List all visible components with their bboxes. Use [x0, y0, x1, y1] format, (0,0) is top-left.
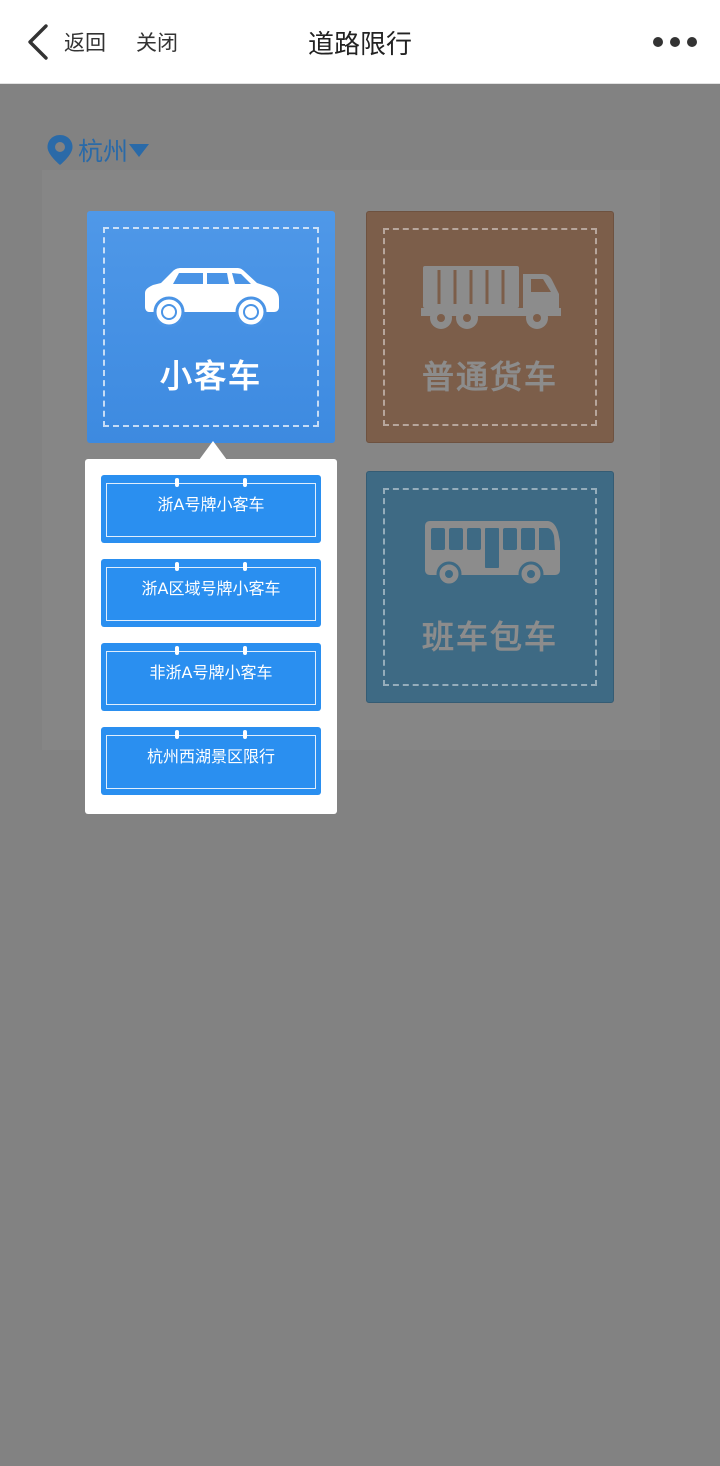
option-west-lake-scenic-restriction[interactable]: 杭州西湖景区限行 — [101, 727, 321, 795]
plate-rivet — [243, 562, 247, 571]
location-pin-icon — [47, 135, 73, 165]
nav-bar: 返回 关闭 道路限行 — [0, 0, 720, 84]
car-type-popover: 浙A号牌小客车 浙A区域号牌小客车 非浙A号牌小客车 杭州西湖景区限行 — [85, 459, 337, 814]
plate-rivet — [175, 646, 179, 655]
plate-rivet — [243, 478, 247, 487]
city-name: 杭州 — [78, 137, 129, 166]
tile-label: 小客车 — [159, 357, 262, 395]
option-label: 非浙A号牌小客车 — [149, 663, 273, 682]
bus-icon — [425, 521, 560, 586]
tile-small-passenger-car[interactable]: 小客车 — [87, 211, 335, 443]
car-icon — [145, 268, 279, 327]
option-label: 杭州西湖景区限行 — [146, 747, 275, 766]
tile-regular-truck[interactable]: 普通货车 — [366, 211, 614, 443]
plate-rivet — [243, 730, 247, 739]
plate-rivet — [175, 478, 179, 487]
plate-rivet — [243, 646, 247, 655]
option-non-zhe-a-plate-car[interactable]: 非浙A号牌小客车 — [101, 643, 321, 711]
popover-arrow — [199, 441, 227, 460]
option-label: 浙A区域号牌小客车 — [141, 579, 281, 598]
dropdown-triangle-icon — [129, 144, 150, 157]
page-title: 道路限行 — [307, 30, 412, 60]
more-options-icon[interactable] — [650, 34, 700, 50]
option-zhe-a-regional-plate-car[interactable]: 浙A区域号牌小客车 — [101, 559, 321, 627]
tile-label: 普通货车 — [421, 358, 558, 396]
city-selector[interactable]: 杭州 — [46, 132, 150, 168]
option-label: 浙A号牌小客车 — [157, 495, 265, 514]
option-zhe-a-plate-car[interactable]: 浙A号牌小客车 — [101, 475, 321, 543]
truck-icon — [421, 266, 561, 329]
plate-rivet — [175, 730, 179, 739]
tile-label: 班车包车 — [421, 618, 558, 656]
plate-rivet — [175, 562, 179, 571]
tile-shuttle-charter-bus[interactable]: 班车包车 — [366, 471, 614, 703]
tile-frame — [103, 227, 319, 427]
